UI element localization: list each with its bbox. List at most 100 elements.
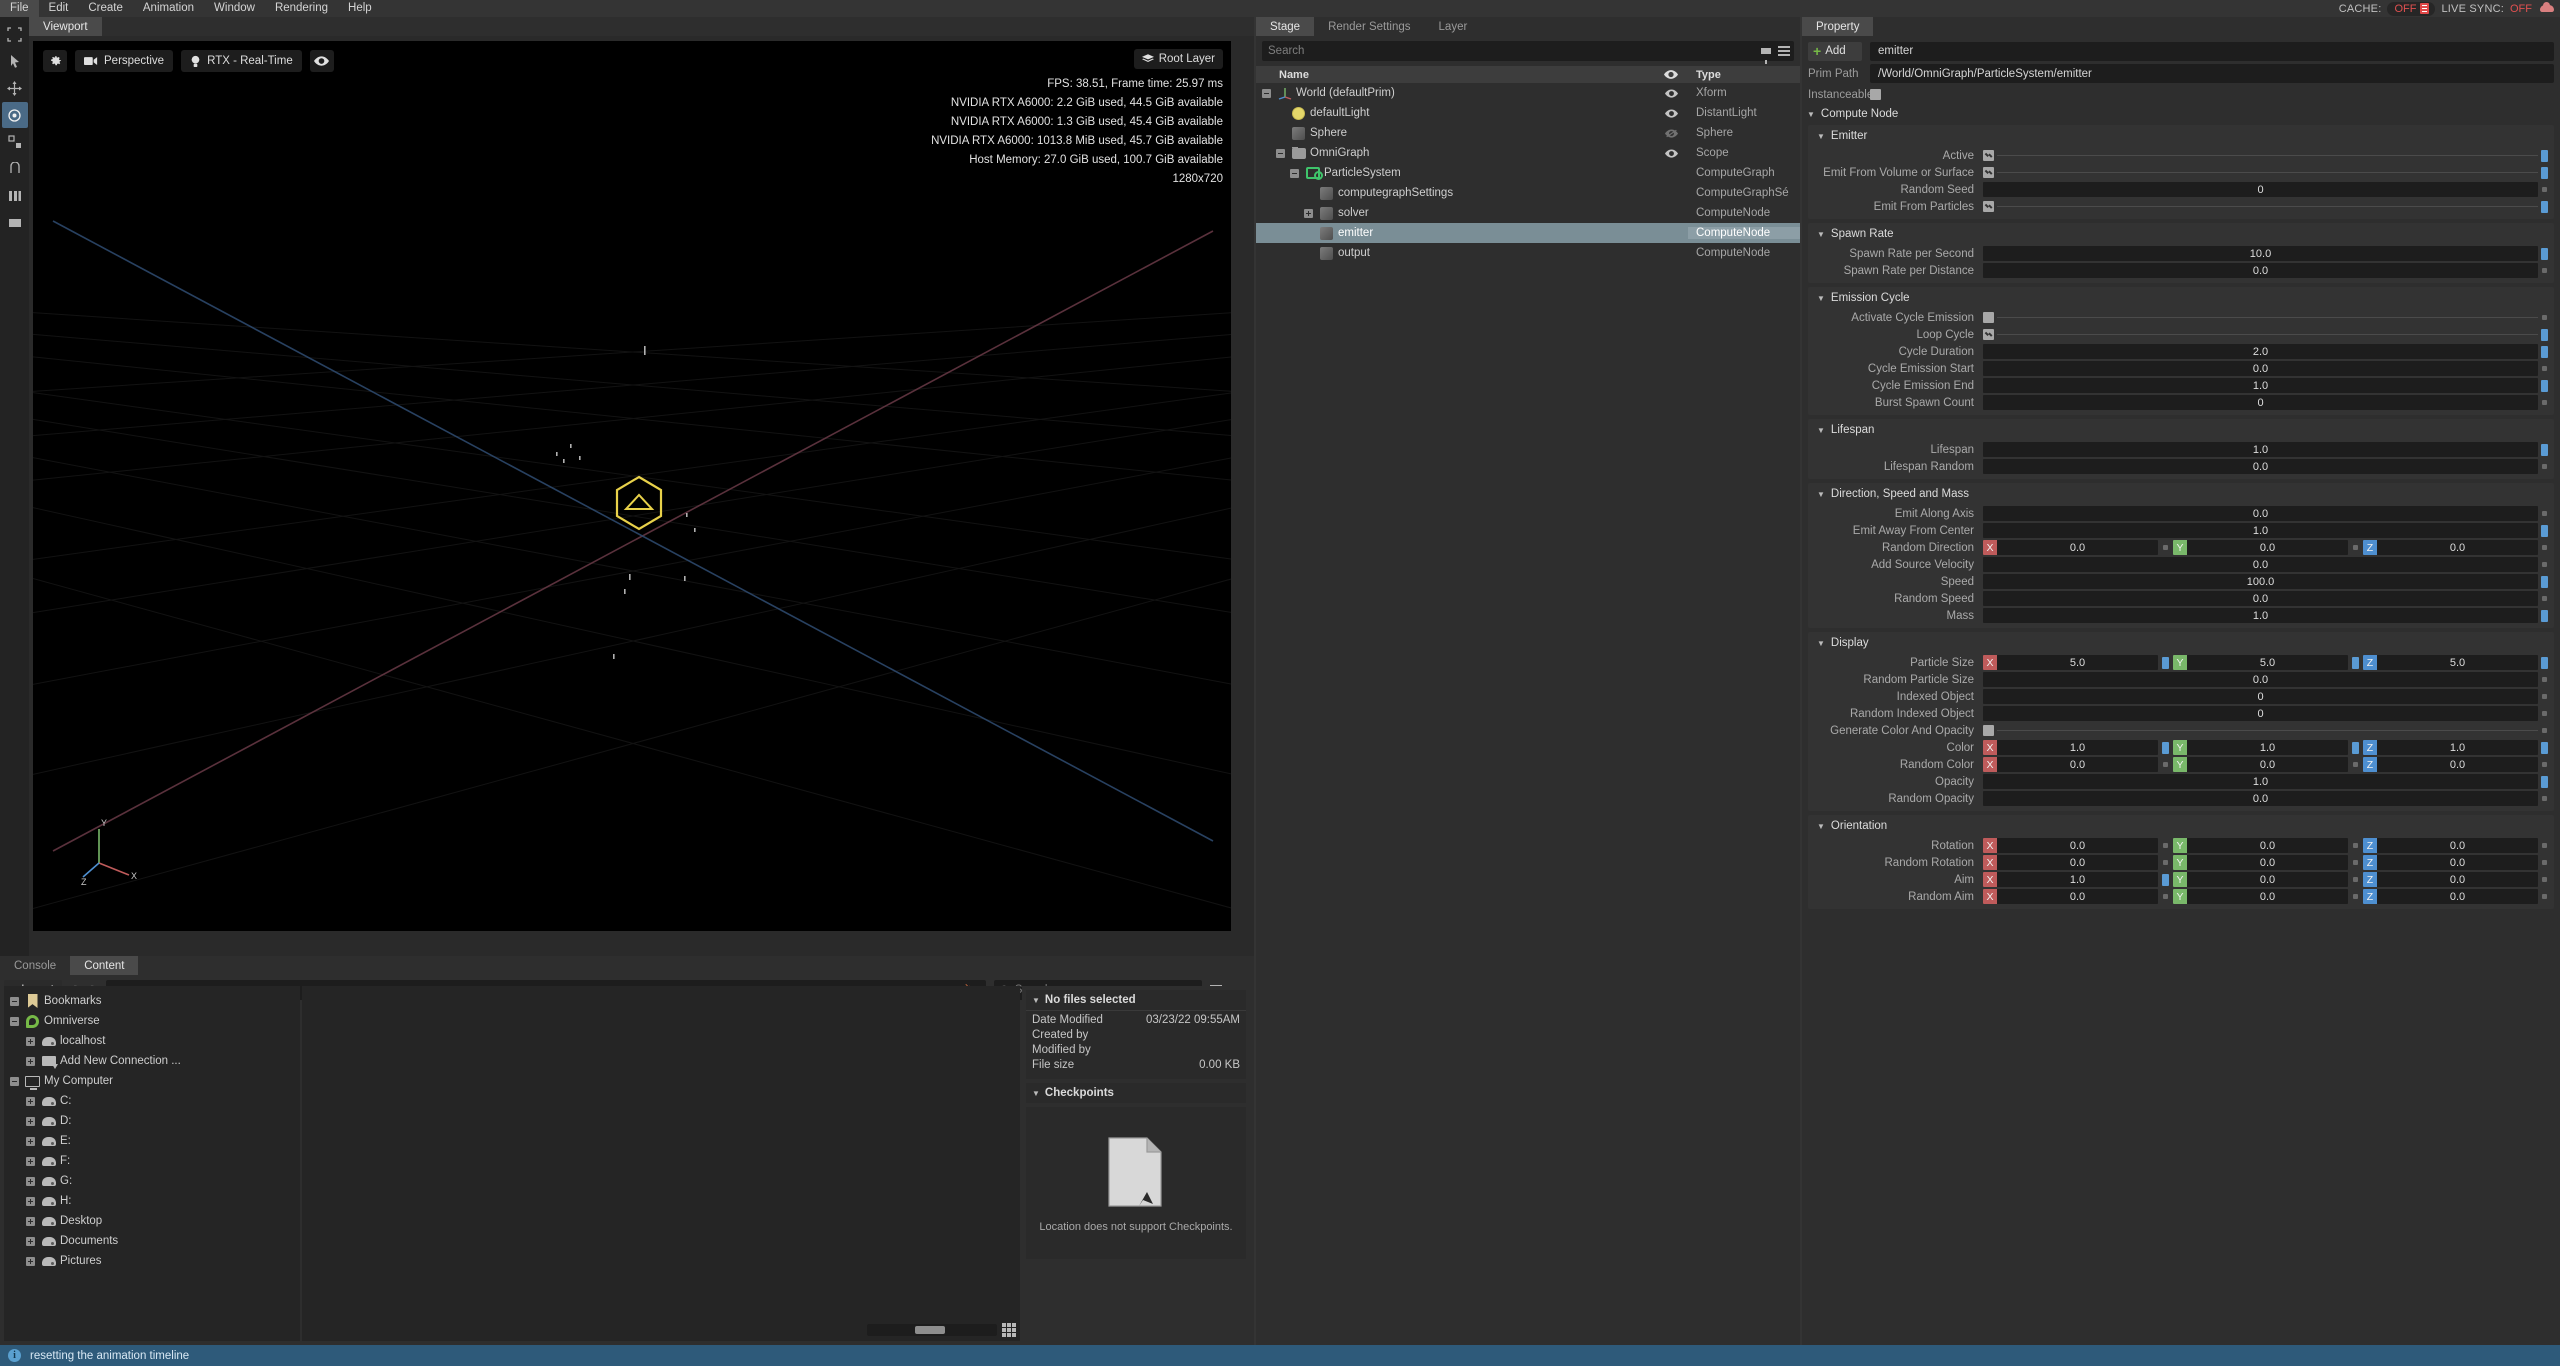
property-value-input[interactable]: 0.0 (1983, 263, 2538, 278)
property-default-marker[interactable] (2542, 511, 2547, 516)
property-value-input[interactable]: 10.0 (1983, 246, 2538, 261)
property-override-marker[interactable] (2541, 443, 2548, 456)
property-checkbox[interactable] (1983, 150, 1994, 161)
property-default-marker[interactable] (2353, 545, 2358, 550)
menu-item-window[interactable]: Window (204, 0, 265, 17)
property-section-header[interactable]: ▼ Spawn Rate (1808, 223, 2554, 245)
tree-expander-icon[interactable] (24, 1255, 37, 1268)
property-checkbox[interactable] (1983, 167, 1994, 178)
property-section-header[interactable]: ▼ Emitter (1808, 125, 2554, 147)
property-default-marker[interactable] (2542, 894, 2547, 899)
property-value-input-z[interactable]: 0.0 (2377, 838, 2538, 853)
content-tree-item[interactable]: H: (4, 1191, 300, 1211)
content-tree-item[interactable]: My Computer (4, 1071, 300, 1091)
property-default-marker[interactable] (2163, 860, 2168, 865)
root-layer-badge[interactable]: Root Layer (1133, 49, 1223, 69)
property-value-input[interactable]: 0.0 (1983, 672, 2538, 687)
cursor-tool-icon[interactable] (2, 48, 28, 74)
property-override-marker[interactable] (2541, 166, 2548, 179)
property-default-marker[interactable] (2542, 596, 2547, 601)
property-value-input[interactable]: 0 (1983, 395, 2538, 410)
property-override-marker[interactable] (2352, 656, 2359, 669)
content-tree-item[interactable]: localhost (4, 1031, 300, 1051)
property-checkbox[interactable] (1983, 329, 1994, 340)
tree-expander-icon[interactable] (24, 1035, 37, 1048)
property-default-marker[interactable] (2163, 762, 2168, 767)
property-value-input-z[interactable]: 5.0 (2377, 655, 2538, 670)
rotate-tool-icon[interactable] (1, 102, 28, 128)
property-value-input[interactable]: 0.0 (1983, 791, 2538, 806)
scale-tool-icon[interactable] (2, 129, 28, 155)
prim-path-input[interactable]: /World/OmniGraph/ParticleSystem/emitter (1870, 64, 2554, 83)
content-tree-item[interactable]: D: (4, 1111, 300, 1131)
property-default-marker[interactable] (2542, 728, 2547, 733)
stage-tree-row[interactable]: output ComputeNode (1256, 243, 1800, 263)
tree-expander-icon[interactable] (24, 1215, 37, 1228)
content-file-grid[interactable] (302, 986, 1020, 1341)
property-value-input[interactable]: 2.0 (1983, 344, 2538, 359)
property-checkbox[interactable] (1983, 312, 1994, 323)
property-value-input-z[interactable]: 0.0 (2377, 757, 2538, 772)
property-default-marker[interactable] (2542, 694, 2547, 699)
property-override-marker[interactable] (2541, 200, 2548, 213)
stage-tree[interactable]: World (defaultPrim) Xform defaultLight Dist… (1256, 83, 1800, 263)
stage-tree-row[interactable]: OmniGraph Scope (1256, 143, 1800, 163)
property-value-input-x[interactable]: 1.0 (1997, 872, 2158, 887)
viewport-renderer-button[interactable]: RTX - Real-Time (181, 50, 302, 72)
compute-node-section-header[interactable]: ▼ Compute Node (1802, 104, 2560, 124)
property-value-input[interactable]: 100.0 (1983, 574, 2538, 589)
property-value-input-y[interactable]: 0.0 (2187, 889, 2348, 904)
tree-expander-icon[interactable] (8, 1015, 21, 1028)
property-default-marker[interactable] (2353, 860, 2358, 865)
property-override-marker[interactable] (2541, 345, 2548, 358)
property-override-marker[interactable] (2541, 656, 2548, 669)
property-default-marker[interactable] (2353, 894, 2358, 899)
tab-layer[interactable]: Layer (1424, 17, 1482, 36)
snap-tool-icon[interactable] (2, 156, 28, 182)
live-sync-value[interactable]: OFF (2510, 3, 2532, 15)
tab-content[interactable]: Content (70, 956, 139, 975)
property-value-input-y[interactable]: 5.0 (2187, 655, 2348, 670)
add-property-button[interactable]: + Add (1808, 41, 1862, 61)
property-value-input[interactable]: 0.0 (1983, 591, 2538, 606)
property-value-input[interactable]: 1.0 (1983, 774, 2538, 789)
file-info-header[interactable]: ▼ No files selected (1026, 990, 1246, 1010)
property-value-input-x[interactable]: 0.0 (1997, 889, 2158, 904)
tree-expander-icon[interactable] (24, 1195, 37, 1208)
property-value-input-x[interactable]: 0.0 (1997, 757, 2158, 772)
slider-knob[interactable] (915, 1326, 945, 1334)
property-default-marker[interactable] (2542, 315, 2547, 320)
tab-console[interactable]: Console (0, 956, 71, 975)
property-override-marker[interactable] (2541, 379, 2548, 392)
property-value-input-z[interactable]: 0.0 (2377, 889, 2538, 904)
property-value-input[interactable]: 0.0 (1983, 459, 2538, 474)
tree-expander-icon[interactable] (8, 995, 21, 1008)
property-section-header[interactable]: ▼ Direction, Speed and Mass (1808, 483, 2554, 505)
stage-tree-row[interactable]: computegraphSettings ComputeGraphSé (1256, 183, 1800, 203)
property-value-input-z[interactable]: 0.0 (2377, 855, 2538, 870)
content-tree-item[interactable]: E: (4, 1131, 300, 1151)
stage-tree-row[interactable]: defaultLight DistantLight (1256, 103, 1800, 123)
tree-expander-icon[interactable] (8, 1075, 21, 1088)
property-override-marker[interactable] (2541, 609, 2548, 622)
tab-render-settings[interactable]: Render Settings (1314, 17, 1425, 36)
content-tree-item[interactable]: Documents (4, 1231, 300, 1251)
stage-tree-row[interactable]: Sphere Sphere (1256, 123, 1800, 143)
property-value-input-z[interactable]: 1.0 (2377, 740, 2538, 755)
tree-expander-icon[interactable] (24, 1155, 37, 1168)
property-override-marker[interactable] (2541, 575, 2548, 588)
property-section-header[interactable]: ▼ Display (1808, 632, 2554, 654)
checkpoints-header[interactable]: ▼ Checkpoints (1026, 1083, 1246, 1103)
property-default-marker[interactable] (2542, 366, 2547, 371)
tree-expander-icon[interactable] (1274, 147, 1287, 160)
tab-viewport[interactable]: Viewport (29, 17, 102, 36)
property-section-header[interactable]: ▼ Emission Cycle (1808, 287, 2554, 309)
cache-toggle[interactable]: OFF (2387, 1, 2436, 16)
property-checkbox[interactable] (1983, 725, 1994, 736)
property-value-input-x[interactable]: 1.0 (1997, 740, 2158, 755)
content-tree-item[interactable]: G: (4, 1171, 300, 1191)
property-value-input-y[interactable]: 0.0 (2187, 757, 2348, 772)
select-tool-icon[interactable] (2, 21, 28, 47)
property-override-marker[interactable] (2541, 775, 2548, 788)
property-value-input-y[interactable]: 0.0 (2187, 855, 2348, 870)
